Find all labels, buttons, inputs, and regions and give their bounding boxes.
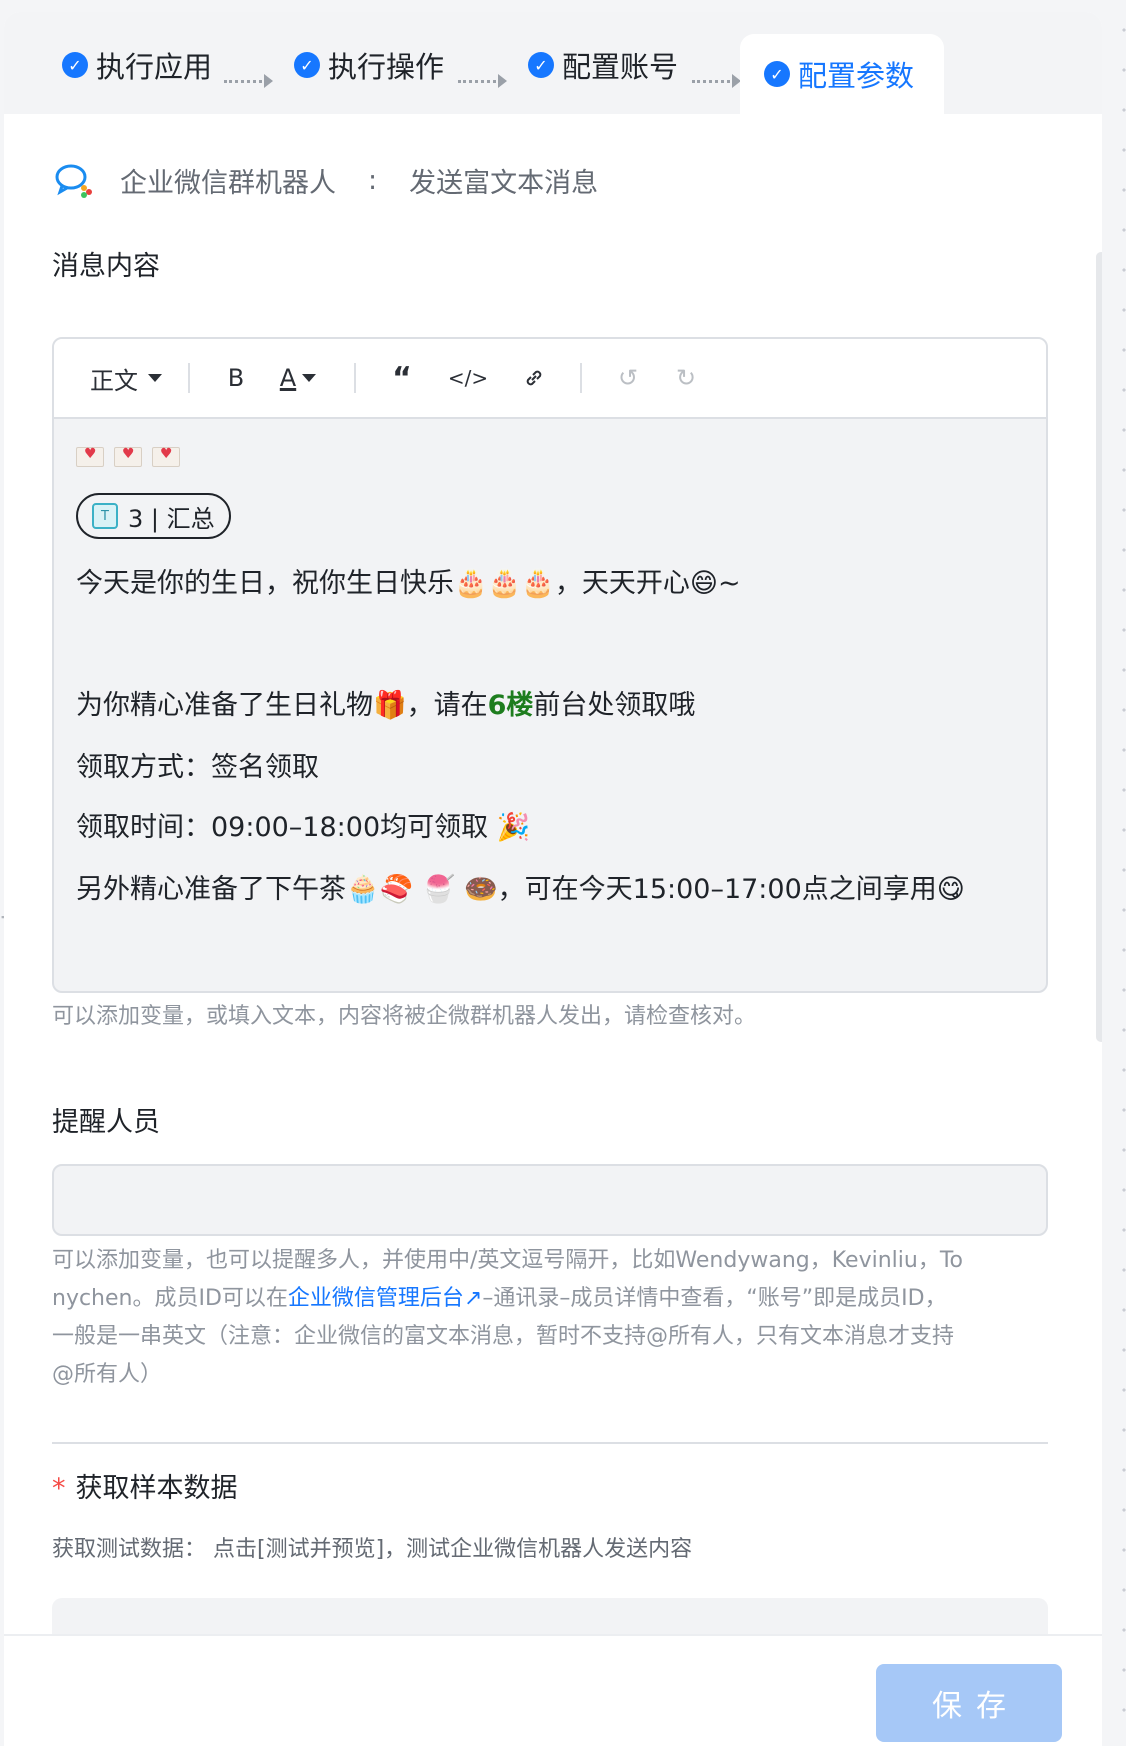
step-configure-params[interactable]: ✓ 配置参数 xyxy=(740,34,945,114)
check-circle-icon: ✓ xyxy=(62,52,88,78)
wecom-admin-link[interactable]: 企业微信管理后台 xyxy=(288,1286,464,1311)
check-circle-icon: ✓ xyxy=(294,52,320,78)
love-letter-icon xyxy=(114,446,142,467)
undo-icon: ↺ xyxy=(617,364,639,392)
bold-button[interactable]: B xyxy=(216,358,256,398)
config-panel: ✓ 执行应用 ✓ 执行操作 ✓ 配置账号 ✓ 配置参数 企业微信群机器人 : 发… xyxy=(4,12,1102,1746)
message-line: 为你精心准备了生日礼物🎁，请在6楼前台处领取哦 xyxy=(76,683,695,722)
toolbar-divider xyxy=(354,363,356,393)
love-letter-emojis xyxy=(76,446,180,467)
app-action-header: 企业微信群机器人 : 发送富文本消息 xyxy=(54,160,598,200)
step-label: 执行操作 xyxy=(328,50,445,84)
paragraph-style-label: 正文 xyxy=(90,366,138,395)
action-name: 发送富文本消息 xyxy=(409,167,599,199)
mention-people-label: 提醒人员 xyxy=(52,1107,160,1138)
code-icon: </> xyxy=(447,366,489,390)
love-letter-icon xyxy=(152,446,180,467)
message-content-label: 消息内容 xyxy=(52,251,160,282)
step-label: 配置账号 xyxy=(562,50,679,84)
app-name: 企业微信群机器人 xyxy=(120,167,336,199)
variable-chip-row: T 3 | 汇总 xyxy=(76,493,231,539)
message-line: 今天是你的生日，祝你生日快乐🎂🎂🎂，天天开心😄~ xyxy=(76,568,741,599)
highlighted-text: 6楼 xyxy=(487,690,534,721)
canvas-dotted-background xyxy=(1106,0,1126,1746)
hint-line: @所有人） xyxy=(52,1362,163,1387)
hint-text: nychen。成员ID可以在 xyxy=(52,1286,288,1311)
hint-line: nychen。成员ID可以在企业微信管理后台↗–通讯录–成员详情中查看，“账号”… xyxy=(52,1280,1052,1318)
chevron-down-icon xyxy=(148,374,162,382)
step-arrow-icon xyxy=(692,74,742,88)
variable-chip-label: 3 | 汇总 xyxy=(128,504,215,533)
editor-toolbar: 正文 B A “ </> ↺ ↻ xyxy=(54,339,1046,419)
love-letter-icon xyxy=(76,446,104,467)
step-execute-action[interactable]: ✓ 执行操作 xyxy=(294,42,444,88)
code-button[interactable]: </> xyxy=(440,358,496,398)
font-color-icon: A xyxy=(279,364,297,392)
message-content-hint: 可以添加变量，或填入文本，内容将被企微群机器人发出，请检查核对。 xyxy=(52,1004,757,1029)
step-configure-account[interactable]: ✓ 配置账号 xyxy=(528,42,678,88)
required-mark: * xyxy=(52,1473,66,1504)
font-color-button[interactable]: A xyxy=(268,358,328,398)
wecom-bot-icon xyxy=(55,164,92,198)
mention-people-input[interactable] xyxy=(52,1164,1048,1236)
bold-icon: B xyxy=(227,364,245,392)
mention-people-hint: 可以添加变量，也可以提醒多人，并使用中/英文逗号隔开，比如Wendywang，K… xyxy=(52,1242,1052,1394)
toolbar-divider xyxy=(580,363,582,393)
app-separator: : xyxy=(368,164,378,196)
undo-button[interactable]: ↺ xyxy=(608,358,648,398)
step-arrow-icon xyxy=(224,74,274,88)
step-execute-app[interactable]: ✓ 执行应用 xyxy=(62,42,212,88)
message-text: 为你精心准备了生日礼物🎁，请在 xyxy=(76,690,488,721)
editor-content[interactable]: T 3 | 汇总 今天是你的生日，祝你生日快乐🎂🎂🎂，天天开心😄~ 为你精心准备… xyxy=(54,419,1046,905)
sample-data-label: * 获取样本数据 xyxy=(52,1466,238,1505)
variable-chip[interactable]: T 3 | 汇总 xyxy=(76,493,231,539)
hint-text: –通讯录–成员详情中查看，“账号”即是成员ID， xyxy=(482,1286,947,1311)
footer-bar: 保存 xyxy=(4,1634,1102,1746)
hint-line: 可以添加变量，也可以提醒多人，并使用中/英文逗号隔开，比如Wendywang，K… xyxy=(52,1248,963,1273)
hint-line: 一般是一串英文（注意：企业微信的富文本消息，暂时不支持@所有人，只有文本消息才支… xyxy=(52,1324,955,1349)
step-arrow-icon xyxy=(458,74,508,88)
step-progress-bar: ✓ 执行应用 ✓ 执行操作 ✓ 配置账号 ✓ 配置参数 xyxy=(4,12,1102,114)
scrollbar[interactable] xyxy=(1096,252,1102,1042)
sample-data-title: 获取样本数据 xyxy=(75,1473,238,1504)
message-line: 领取时间：09:00–18:00均可领取 🎉 xyxy=(76,812,531,843)
rich-text-editor[interactable]: 正文 B A “ </> ↺ ↻ ♥ ♥ ♥ T 3 | 汇总 今天是你的生日，… xyxy=(52,337,1048,993)
save-button[interactable]: 保存 xyxy=(876,1664,1062,1742)
link-icon xyxy=(526,370,542,386)
redo-button[interactable]: ↻ xyxy=(666,358,706,398)
section-divider xyxy=(52,1442,1048,1444)
quote-button[interactable]: “ xyxy=(382,358,422,398)
redo-icon: ↻ xyxy=(675,364,697,392)
check-circle-icon: ✓ xyxy=(764,61,790,87)
sample-data-desc: 获取测试数据： 点击[测试并预览]，测试企业微信机器人发送内容 xyxy=(52,1537,693,1562)
quote-icon: “ xyxy=(392,360,412,396)
toolbar-divider xyxy=(188,363,190,393)
paragraph-style-dropdown[interactable]: 正文 xyxy=(90,358,162,398)
message-text: 前台处领取哦 xyxy=(533,690,696,721)
external-link-icon: ↗ xyxy=(463,1286,483,1311)
message-line: 领取方式：签名领取 xyxy=(76,752,319,783)
link-button[interactable] xyxy=(514,358,554,398)
step-label: 执行应用 xyxy=(96,50,213,84)
step-label: 配置参数 xyxy=(798,59,915,93)
check-circle-icon: ✓ xyxy=(528,52,554,78)
chevron-down-icon xyxy=(302,374,317,382)
text-variable-icon: T xyxy=(92,503,118,529)
message-line: 另外精心准备了下午茶🧁🍣 🍧 🍩，可在今天15:00–17:00点之间享用😋 xyxy=(76,874,965,905)
